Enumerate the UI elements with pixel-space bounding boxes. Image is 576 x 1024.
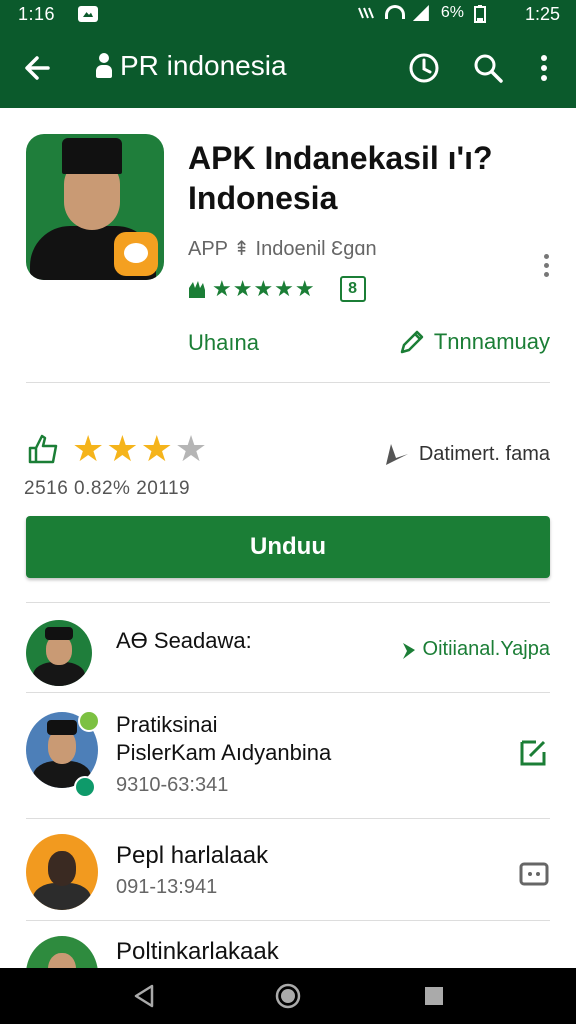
app-title: APK Indanekasil ı'ı? Indonesia [188, 140, 493, 216]
battery-icon [474, 5, 492, 23]
star-filled-icon: ★ [140, 428, 175, 469]
nav-recents-icon[interactable] [420, 982, 448, 1010]
vibrate-icon [357, 5, 375, 21]
wishlist-label: Tnnnamuay [433, 329, 550, 354]
avatar [26, 834, 98, 910]
status-time-right: 1:25 [524, 4, 560, 24]
edit-note-icon[interactable] [518, 736, 550, 768]
pencil-icon [398, 328, 426, 356]
app-bar-title-group: PR indonesia [94, 50, 287, 82]
divider [26, 602, 550, 603]
rating-summary: ★★★★★ 8 [186, 276, 366, 302]
nav-back-icon[interactable] [130, 982, 158, 1010]
small-stars: ★★★★★ [212, 276, 316, 301]
star-rating[interactable]: ★★★★ [72, 428, 209, 470]
list-item[interactable]: AƟ Seadawa: Oitiianal.Yajpa [0, 608, 576, 692]
verified-badge-icon [74, 776, 96, 798]
editors-choice-icon [186, 278, 208, 300]
online-badge-icon [78, 710, 100, 732]
rating-section: ★★★★ Datimert. fama 2516 0.82% 20119 [0, 412, 576, 502]
divider [26, 920, 550, 921]
back-arrow-icon[interactable] [20, 50, 56, 86]
thumbs-up-icon[interactable] [26, 432, 60, 466]
wishlist-button[interactable]: Tnnnamuay [398, 328, 550, 356]
list-item-action-label: Oitiianal.Yajpa [422, 638, 550, 660]
app-bar: PR indonesia [0, 30, 576, 108]
status-icons: 6% [357, 4, 492, 23]
avatar [26, 620, 92, 686]
system-nav-bar [0, 968, 576, 1024]
list-item-subtitle: PislerKam Aıdyanbina [116, 740, 332, 765]
gallery-notification-icon [78, 6, 98, 22]
status-time-left: 1:16 [18, 4, 56, 24]
star-filled-icon: ★ [72, 428, 107, 469]
date-info[interactable]: Datimert. fama [383, 440, 550, 468]
stats-line: 2516 0.82% 20119 [24, 478, 191, 499]
divider [26, 692, 550, 693]
wifi-icon [384, 5, 405, 21]
card-more-icon[interactable] [536, 250, 556, 286]
list-item-title: Poltinkarlakaak [116, 938, 279, 965]
list-item-action[interactable]: Oitiianal.Yajpa [393, 638, 550, 661]
divider [26, 818, 550, 819]
developer-name[interactable]: APP ⇞ Indoenil Ɛgɑn [188, 236, 377, 261]
share-arrow-icon [394, 642, 415, 659]
app-header-card: APK Indanekasil ı'ı? Indonesia APP ⇞ Ind… [0, 108, 576, 384]
search-icon[interactable] [470, 50, 506, 86]
list-item-title: AƟ Seadawa: [116, 628, 252, 653]
history-icon[interactable] [406, 50, 442, 86]
chat-badge-icon [114, 232, 158, 276]
content-rating-badge: 8 [339, 276, 366, 302]
status-bar: 1:16 6% 1:25 [0, 0, 576, 30]
list-item[interactable]: Pratiksinai PislerKam Aıdyanbina 9310-63… [0, 698, 576, 818]
person-icon [94, 53, 114, 79]
list-item-title: Pepl harlalaak [116, 842, 269, 869]
message-box-icon[interactable] [518, 858, 550, 890]
list-item-number: 091-13:941 [116, 876, 218, 898]
app-icon[interactable] [26, 134, 164, 280]
signal-icon [412, 5, 431, 21]
list-item[interactable]: Poltinkarlakaak [0, 926, 576, 968]
list-item-title: Pratiksinai [116, 712, 218, 737]
date-label: Datimert. fama [418, 442, 550, 465]
nav-home-icon[interactable] [274, 982, 302, 1010]
divider [26, 382, 550, 383]
page-title: PR indonesia [120, 50, 287, 81]
list-item-number: 9310-63:341 [116, 774, 229, 796]
avatar [26, 936, 98, 968]
star-filled-icon: ★ [106, 428, 141, 469]
more-vert-icon[interactable] [528, 50, 564, 86]
battery-percent: 6% [440, 4, 464, 21]
install-button[interactable]: Unduu [26, 516, 550, 578]
send-icon [383, 440, 411, 468]
category-link[interactable]: Uhaına [188, 330, 259, 356]
list-item[interactable]: Pepl harlalaak 091-13:941 [0, 824, 576, 920]
main-content: APK Indanekasil ı'ı? Indonesia APP ⇞ Ind… [0, 108, 576, 968]
star-empty-icon: ★ [174, 428, 210, 469]
